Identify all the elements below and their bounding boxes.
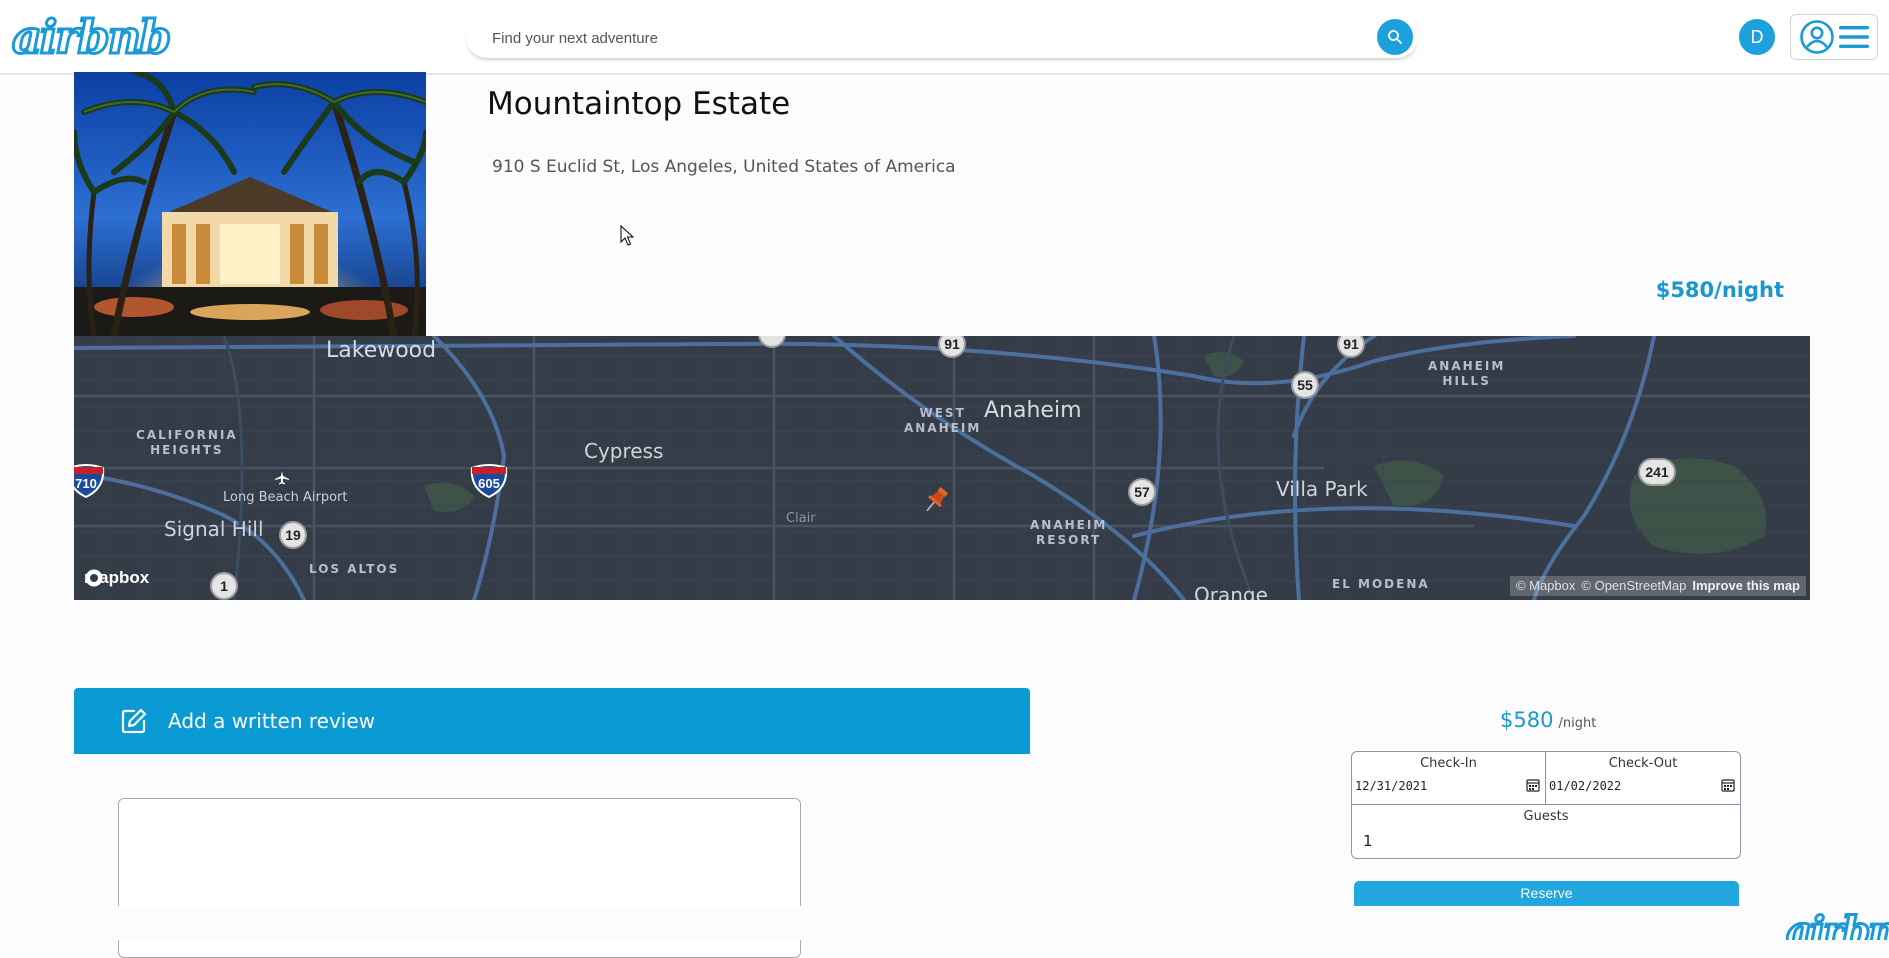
listing-photo[interactable] — [74, 72, 426, 336]
location-pin-icon[interactable] — [920, 484, 952, 516]
edit-icon — [121, 708, 147, 734]
attribution-osm-link[interactable]: © OpenStreetMap — [1581, 576, 1686, 596]
mouse-cursor-icon — [620, 225, 634, 246]
interstate-shield-605: 605 — [469, 464, 509, 498]
hamburger-menu-icon — [1838, 26, 1869, 48]
map-label-anaheim-resort: ANAHEIM RESORT — [1030, 518, 1108, 547]
guests-label: Guests — [1523, 809, 1569, 824]
route-shield-57: 57 — [1128, 478, 1156, 506]
map-label-el-modena: EL MODENA — [1332, 577, 1430, 591]
footer-airbnb-logo[interactable]: airbnb — [1786, 912, 1889, 940]
mapbox-logo[interactable]: mapbox — [84, 568, 149, 588]
search-button[interactable] — [1377, 19, 1413, 55]
add-review-label: Add a written review — [168, 709, 375, 733]
map-label-california-heights: CALIFORNIA HEIGHTS — [136, 428, 238, 457]
map-label-west-anaheim: WEST ANAHEIM — [904, 406, 982, 435]
map-label-anaheim: Anaheim — [984, 398, 1082, 423]
user-avatar[interactable]: D — [1739, 19, 1775, 55]
add-review-button[interactable]: Add a written review — [74, 688, 1030, 754]
airbnb-logo[interactable]: airbnb — [10, 11, 172, 64]
map-label-lakewood: Lakewood — [326, 338, 437, 363]
search-bar — [466, 16, 1418, 58]
map-roads — [74, 336, 1810, 600]
attribution-mapbox-link[interactable]: © Mapbox — [1516, 576, 1575, 596]
listing-price: $580/night — [1655, 278, 1784, 302]
mapbox-icon — [85, 569, 103, 587]
top-navigation: airbnb D — [0, 0, 1889, 75]
search-input[interactable] — [490, 22, 1334, 54]
user-circle-icon — [1799, 20, 1834, 54]
map-attribution: © Mapbox © OpenStreetMap Improve this ma… — [1509, 576, 1806, 596]
guests-input[interactable]: 1 — [1363, 832, 1373, 850]
interstate-shield-710: 710 — [74, 464, 106, 498]
map-label-long-beach-airport: Long Beach Airport — [223, 490, 348, 505]
map-label-cypress: Cypress — [584, 439, 664, 463]
search-icon — [1388, 30, 1402, 44]
map-label-villa-park: Villa Park — [1276, 477, 1368, 501]
booking-price: $580 /night — [1500, 708, 1596, 732]
checkin-value[interactable]: 12/31/2021 — [1355, 779, 1427, 793]
map-label-anaheim-hills: ANAHEIM HILLS — [1428, 359, 1506, 388]
map-label-signal-hill: Signal Hill — [164, 517, 264, 541]
booking-form: Check-In 12/31/2021 Check-Out 01/02/2022… — [1351, 751, 1741, 859]
page-bottom-edge — [0, 906, 1889, 940]
airport-icon — [275, 471, 289, 485]
improve-map-link[interactable]: Improve this map — [1692, 576, 1800, 596]
checkin-label: Check-In — [1420, 756, 1477, 771]
listing-address: 910 S Euclid St, Los Angeles, United Sta… — [492, 157, 956, 177]
route-shield-241: 241 — [1638, 458, 1676, 486]
interstate-number: 710 — [75, 476, 97, 491]
location-map[interactable]: Lakewood CALIFORNIA HEIGHTS Long Beach A… — [74, 336, 1810, 600]
route-shield-19: 19 — [279, 521, 307, 549]
map-label-clair: Clair — [786, 511, 816, 526]
user-menu-button[interactable] — [1790, 14, 1878, 60]
map-label-los-altos: LOS ALTOS — [309, 562, 400, 576]
listing-title: Mountaintop Estate — [487, 86, 791, 122]
calendar-icon[interactable] — [1721, 778, 1735, 792]
booking-price-amount: $580 — [1500, 708, 1554, 732]
map-label-orange: Orange — [1194, 583, 1268, 600]
checkout-field[interactable]: Check-Out 01/02/2022 — [1546, 752, 1740, 805]
route-shield-1: 1 — [210, 572, 238, 600]
checkout-value[interactable]: 01/02/2022 — [1549, 779, 1621, 793]
calendar-icon[interactable] — [1526, 778, 1540, 792]
interstate-number: 605 — [478, 476, 500, 491]
checkin-field[interactable]: Check-In 12/31/2021 — [1352, 752, 1546, 805]
booking-price-unit: /night — [1558, 716, 1597, 731]
checkout-label: Check-Out — [1608, 756, 1678, 771]
route-shield-55: 55 — [1291, 371, 1319, 399]
